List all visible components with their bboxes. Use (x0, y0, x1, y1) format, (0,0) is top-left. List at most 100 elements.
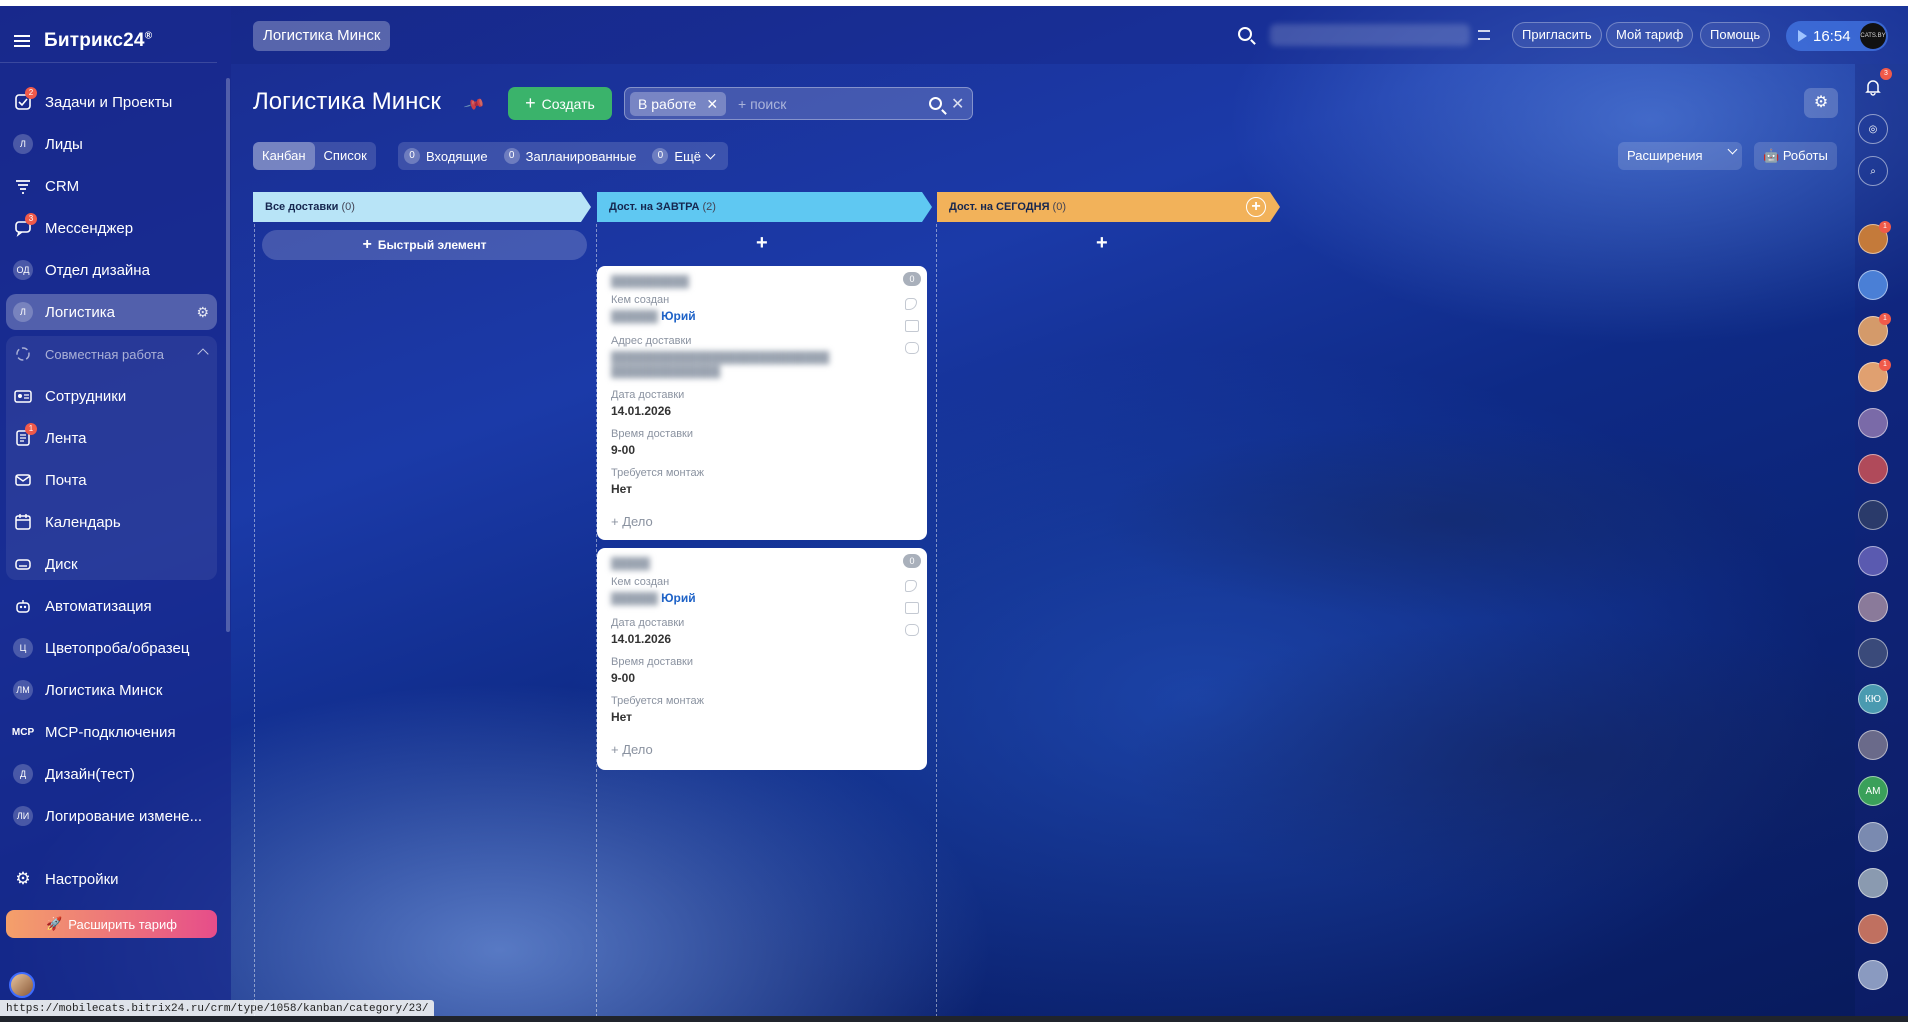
sidebar-item-leads[interactable]: Л Лиды (6, 126, 217, 162)
counter-planned[interactable]: 0 Запланированные (503, 148, 636, 164)
sidebar-item-mail[interactable]: Почта (6, 462, 217, 498)
sidebar-item-messenger[interactable]: 3 Мессенджер (6, 210, 217, 246)
column-today[interactable]: Дост. на СЕГОДНЯ (0) + (937, 192, 1280, 222)
plus-icon: + (525, 93, 536, 113)
mail-icon[interactable] (905, 320, 919, 332)
rail-avatar-badge: 1 (1879, 221, 1891, 233)
sidebar-item-crm[interactable]: CRM (6, 168, 217, 204)
gear-icon: ⚙ (1813, 94, 1829, 111)
card-field-label: Время доставки (611, 428, 694, 440)
sidebar-item-logistics[interactable]: Л Логистика ⚙ (6, 294, 217, 330)
sidebar-scrollbar[interactable] (226, 78, 230, 632)
card-author[interactable]: ██████ Юрий (611, 309, 913, 323)
robots-button[interactable]: 🤖 Роботы (1754, 142, 1837, 170)
kanban-card[interactable]: 0 █████ Кем создан ██████ Юрий Дата дост… (597, 548, 927, 770)
comment-icon[interactable] (905, 624, 919, 636)
upgrade-plan-button[interactable]: 🚀 Расширить тариф (6, 910, 217, 938)
sidebar-item-label: Логистика Минск (45, 681, 163, 699)
rail-avatar[interactable] (1858, 500, 1888, 530)
chevron-down-icon (1727, 144, 1738, 155)
sidebar-item-label: Автоматизация (45, 597, 152, 615)
bell-icon[interactable]: 3 (1858, 68, 1892, 102)
rail-avatar[interactable] (1858, 546, 1888, 576)
rail-avatar[interactable]: АМ (1858, 776, 1888, 806)
sidebar-item-automation[interactable]: Автоматизация (6, 588, 217, 624)
rail-avatar[interactable] (1858, 270, 1888, 300)
copilot-icon[interactable]: ◎ (1858, 114, 1888, 144)
worktime-button[interactable]: 16:54 CATS.BY (1786, 21, 1888, 51)
sidebar-item-label: Отдел дизайна (45, 261, 150, 279)
card-title-blurred[interactable]: ██████████ (611, 276, 913, 288)
search-input[interactable]: + поиск (738, 96, 786, 112)
my-plan-button[interactable]: Мой тариф (1606, 22, 1694, 48)
rail-avatar[interactable]: 1 (1858, 221, 1891, 254)
sidebar-item-settings[interactable]: ⚙ Настройки (6, 861, 217, 897)
sidebar-item-collab[interactable]: Совместная работа (6, 336, 217, 372)
brand-logo[interactable]: Битрикс24® (44, 30, 152, 52)
help-button[interactable]: Помощь (1700, 22, 1771, 48)
card-title-blurred[interactable]: █████ (611, 558, 913, 570)
sidebar-item-change-log[interactable]: ЛИ Логирование измене... (6, 798, 217, 834)
rail-avatar[interactable]: КЮ (1858, 684, 1888, 714)
sliders-icon[interactable] (1478, 30, 1490, 40)
user-avatar[interactable] (9, 972, 35, 998)
counter-incoming[interactable]: 0 Входящие (404, 148, 488, 164)
chevron-up-icon[interactable] (197, 348, 209, 360)
quick-add-button[interactable]: + Быстрый элемент (262, 230, 587, 260)
rail-avatar[interactable] (1858, 592, 1888, 622)
tab-kanban[interactable]: Канбан (253, 142, 315, 170)
chip-close-icon[interactable]: ✕ (706, 92, 718, 116)
phone-icon[interactable] (905, 580, 917, 592)
sidebar-item-design-dept[interactable]: ОД Отдел дизайна (6, 252, 217, 288)
card-author[interactable]: ██████ Юрий (611, 591, 913, 605)
rail-avatar[interactable]: 1 (1858, 313, 1891, 346)
breadcrumb[interactable]: Логистика Минск (253, 21, 391, 51)
rail-avatar[interactable]: 1 (1858, 359, 1891, 392)
rail-avatar[interactable] (1858, 868, 1888, 898)
rail-avatar[interactable] (1858, 914, 1888, 944)
logistics-icon: Л (13, 302, 33, 322)
sidebar-item-disk[interactable]: Диск (6, 546, 217, 582)
sidebar-item-logistics-minsk[interactable]: ЛМ Логистика Минск (6, 672, 217, 708)
sidebar-item-tasks[interactable]: 2 Задачи и Проекты (6, 84, 217, 120)
add-card-tomorrow-icon[interactable]: + (756, 232, 768, 255)
add-activity-link[interactable]: + Дело (611, 514, 913, 529)
card-mount: Нет (611, 710, 633, 724)
column-tomorrow[interactable]: Дост. на ЗАВТРА (2) (597, 192, 932, 222)
rail-avatar[interactable] (1858, 408, 1888, 438)
search-icon[interactable] (1238, 27, 1252, 41)
create-button[interactable]: + Создать (508, 87, 612, 120)
search-icon[interactable] (929, 97, 942, 110)
search-chat-icon[interactable]: ⌕ (1858, 156, 1888, 186)
rail-avatar[interactable] (1858, 822, 1888, 852)
calendar-icon (13, 512, 33, 532)
sidebar-item-mcp[interactable]: MCP MCP-подключения (6, 714, 217, 750)
phone-icon[interactable] (905, 298, 917, 310)
sidebar-item-design-test[interactable]: Д Дизайн(тест) (6, 756, 217, 792)
sidebar-item-calendar[interactable]: Календарь (6, 504, 217, 540)
filter-chip[interactable]: В работе ✕ (630, 92, 727, 116)
mail-icon[interactable] (905, 602, 919, 614)
rail-avatar[interactable] (1858, 454, 1888, 484)
sidebar-item-feed[interactable]: 1 Лента (6, 420, 217, 456)
add-activity-link[interactable]: + Дело (611, 742, 913, 757)
sidebar-item-employees[interactable]: Сотрудники (6, 378, 217, 414)
gear-icon[interactable]: ⚙ (196, 304, 209, 321)
tab-list[interactable]: Список (315, 142, 376, 170)
invite-button[interactable]: Пригласить (1512, 22, 1602, 48)
sidebar-item-label: Календарь (45, 513, 121, 531)
kanban-card[interactable]: 0 ██████████ Кем создан ██████ Юрий Адре… (597, 266, 927, 540)
add-column-icon[interactable]: + (1246, 197, 1266, 217)
clear-search-icon[interactable]: ✕ (951, 94, 964, 114)
counter-more[interactable]: 0 Ещё (652, 148, 716, 164)
filter-search-bar[interactable]: В работе ✕ + поиск ✕ (624, 87, 973, 120)
add-card-today-icon[interactable]: + (1096, 232, 1108, 255)
extensions-button[interactable]: Расширения (1618, 142, 1742, 170)
menu-icon[interactable] (14, 35, 30, 47)
column-all-deliveries[interactable]: Все доставки (0) (253, 192, 591, 222)
rail-avatar[interactable] (1858, 638, 1888, 668)
rail-avatar[interactable] (1858, 960, 1888, 990)
rail-avatar[interactable] (1858, 730, 1888, 760)
sidebar-item-color-proof[interactable]: Ц Цветопроба/образец (6, 630, 217, 666)
settings-button[interactable]: ⚙ (1804, 88, 1838, 118)
